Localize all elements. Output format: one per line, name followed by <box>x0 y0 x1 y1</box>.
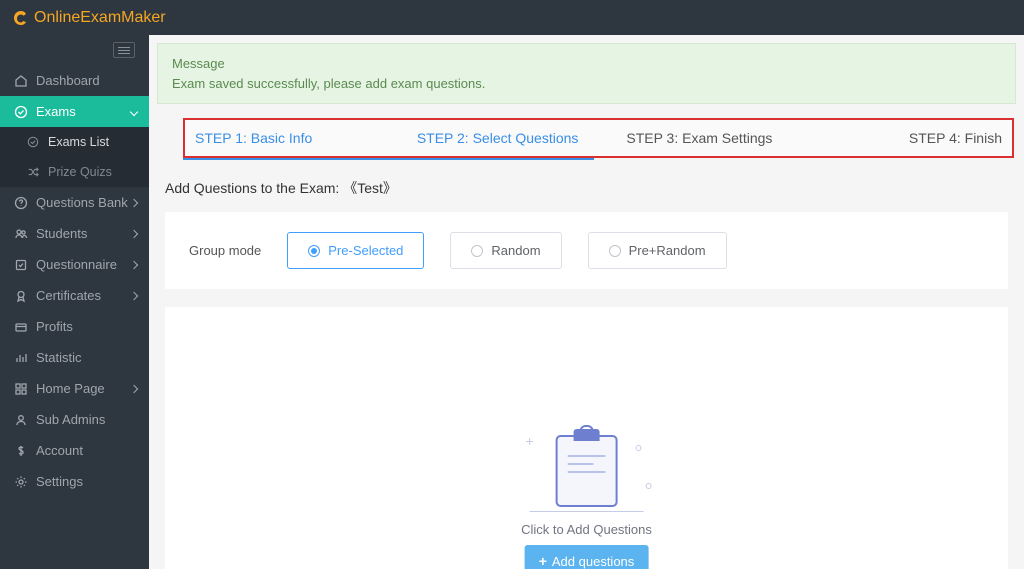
badge-icon <box>14 289 28 303</box>
radio-icon <box>609 245 621 257</box>
sidebar-item-account[interactable]: Account <box>0 435 149 466</box>
clipboard-icon <box>555 435 617 507</box>
nav-label: Exams List <box>48 135 139 149</box>
section-title: Add Questions to the Exam: 《Test》 <box>165 178 1024 198</box>
steps-bar: STEP 1: Basic Info STEP 2: Select Questi… <box>183 118 1014 158</box>
chevron-right-icon <box>130 229 138 237</box>
option-label: Pre-Selected <box>328 243 403 258</box>
hamburger-icon[interactable] <box>113 42 135 58</box>
nav-label: Questionnaire <box>36 257 131 272</box>
plus-decor-icon: + <box>525 433 533 449</box>
questions-area: + Click to Add Questions + Add questions <box>165 307 1008 569</box>
chevron-right-icon <box>130 291 138 299</box>
grid-icon <box>14 382 28 396</box>
chevron-right-icon <box>130 384 138 392</box>
add-questions-button[interactable]: + Add questions <box>525 545 649 569</box>
chart-icon <box>14 351 28 365</box>
nav-label: Prize Quizs <box>48 165 139 179</box>
sidebar: Dashboard Exams Exams List Prize Quizs Q… <box>0 35 149 569</box>
sidebar-item-students[interactable]: Students <box>0 218 149 249</box>
step-3[interactable]: STEP 3: Exam Settings <box>599 130 801 146</box>
clipboard-illustration: + <box>521 427 651 512</box>
main-content: Message Exam saved successfully, please … <box>149 35 1024 569</box>
nav-label: Sub Admins <box>36 412 139 427</box>
nav-label: Dashboard <box>36 73 139 88</box>
baseline-decor <box>529 511 643 513</box>
sidebar-item-statistic[interactable]: Statistic <box>0 342 149 373</box>
circle-decor-icon <box>645 483 651 489</box>
nav-label: Statistic <box>36 350 139 365</box>
nav-label: Settings <box>36 474 139 489</box>
group-mode-preselected[interactable]: Pre-Selected <box>287 232 424 269</box>
checkbox-icon <box>14 258 28 272</box>
step-2[interactable]: STEP 2: Select Questions <box>397 130 599 146</box>
exams-subnav: Exams List Prize Quizs <box>0 127 149 187</box>
circle-decor-icon <box>635 445 641 451</box>
nav-label: Questions Bank <box>36 195 131 210</box>
sidebar-item-home-page[interactable]: Home Page <box>0 373 149 404</box>
chevron-down-icon <box>130 107 138 115</box>
sidebar-item-settings[interactable]: Settings <box>0 466 149 497</box>
step-1[interactable]: STEP 1: Basic Info <box>185 130 397 146</box>
check-circle-icon <box>26 135 40 149</box>
sidebar-item-profits[interactable]: Profits <box>0 311 149 342</box>
plus-icon: + <box>539 553 547 569</box>
check-circle-icon <box>14 105 28 119</box>
option-label: Pre+Random <box>629 243 706 258</box>
nav-label: Students <box>36 226 131 241</box>
option-label: Random <box>491 243 540 258</box>
nav-label: Certificates <box>36 288 131 303</box>
brand-icon <box>12 9 30 27</box>
group-mode-card: Group mode Pre-Selected Random Pre+Rando… <box>165 212 1008 289</box>
brand-text: OnlineExamMaker <box>34 9 166 27</box>
nav-label: Exams <box>36 104 131 119</box>
gear-icon <box>14 475 28 489</box>
users-icon <box>14 227 28 241</box>
step-4[interactable]: STEP 4: Finish <box>800 130 1012 146</box>
card-icon <box>14 320 28 334</box>
sidebar-item-dashboard[interactable]: Dashboard <box>0 65 149 96</box>
sidebar-item-questionnaire[interactable]: Questionnaire <box>0 249 149 280</box>
group-mode-random[interactable]: Random <box>450 232 561 269</box>
nav-label: Account <box>36 443 139 458</box>
empty-state: + Click to Add Questions + Add questions <box>521 427 652 569</box>
brand-logo[interactable]: OnlineExamMaker <box>12 9 166 27</box>
message-body: Exam saved successfully, please add exam… <box>172 74 1001 94</box>
empty-text: Click to Add Questions <box>521 522 652 537</box>
success-message: Message Exam saved successfully, please … <box>157 43 1016 104</box>
sidebar-item-exams[interactable]: Exams <box>0 96 149 127</box>
group-mode-label: Group mode <box>189 243 261 258</box>
button-label: Add questions <box>552 554 634 569</box>
user-icon <box>14 413 28 427</box>
group-mode-prerandom[interactable]: Pre+Random <box>588 232 727 269</box>
steps-progress-underline <box>183 158 594 160</box>
chevron-right-icon <box>130 260 138 268</box>
sidebar-item-exams-list[interactable]: Exams List <box>0 127 149 157</box>
dollar-icon <box>14 444 28 458</box>
radio-icon <box>308 245 320 257</box>
home-icon <box>14 74 28 88</box>
radio-icon <box>471 245 483 257</box>
top-bar: OnlineExamMaker <box>0 0 1024 35</box>
chevron-right-icon <box>130 198 138 206</box>
sidebar-toggle-row <box>0 35 149 65</box>
sidebar-item-certificates[interactable]: Certificates <box>0 280 149 311</box>
message-title: Message <box>172 54 1001 74</box>
shuffle-icon <box>26 165 40 179</box>
sidebar-item-questions-bank[interactable]: Questions Bank <box>0 187 149 218</box>
sidebar-item-sub-admins[interactable]: Sub Admins <box>0 404 149 435</box>
nav-label: Profits <box>36 319 139 334</box>
sidebar-item-prize-quizs[interactable]: Prize Quizs <box>0 157 149 187</box>
question-icon <box>14 196 28 210</box>
nav-label: Home Page <box>36 381 131 396</box>
